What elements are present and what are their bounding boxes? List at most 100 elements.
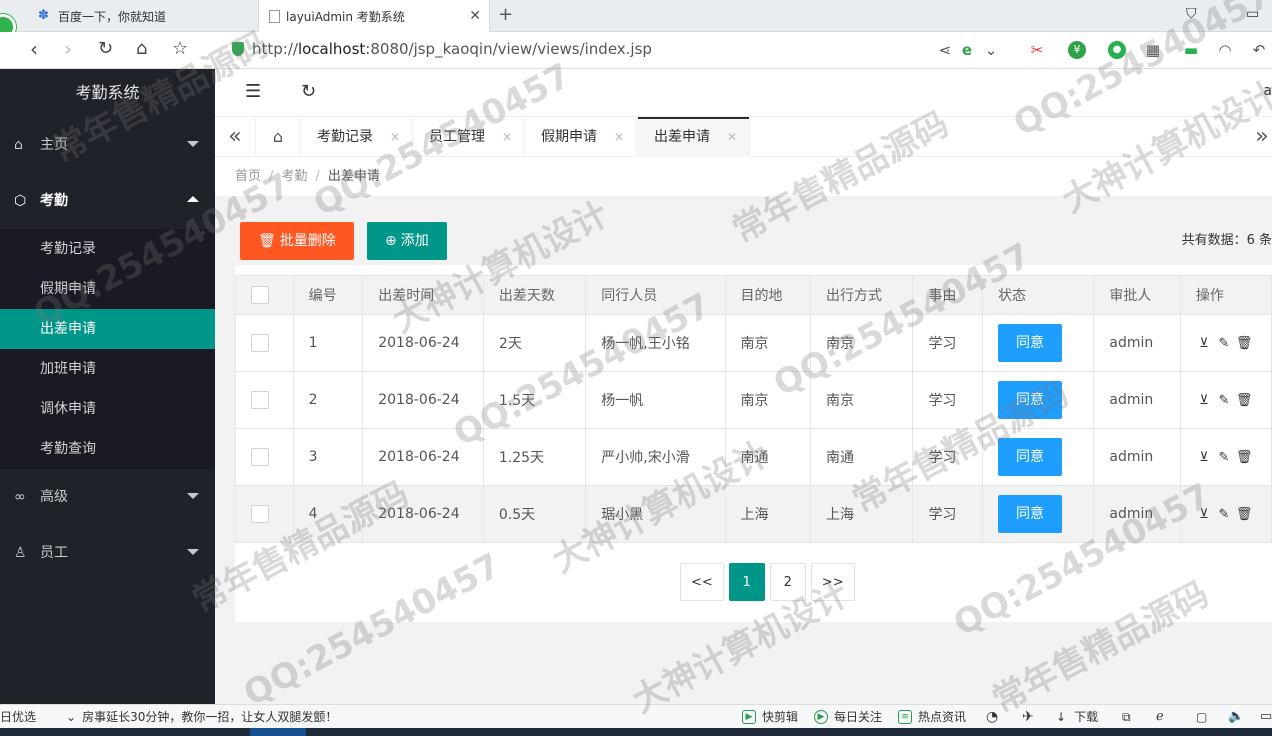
screen-icon[interactable]: ▭ [1260,705,1272,729]
tab-attendance-records[interactable]: 考勤记录 ✕ [301,117,413,157]
status-approved-button[interactable]: 同意 [998,324,1063,362]
download-icon[interactable]: ⊻ [1196,507,1212,522]
tab-business-trip[interactable]: 出差申请 ✕ [638,117,750,157]
pagination-page-1[interactable]: 1 [728,563,765,601]
headphones-icon[interactable]: ◠ [1216,41,1234,59]
ie-engine-icon[interactable]: e [958,41,976,59]
shirt-icon[interactable]: ⛉ [1186,6,1197,22]
browser-tab-title: layuiAdmin 考勤系统 [286,10,405,24]
url-field[interactable]: http://localhost:8080/jsp_kaoqin/view/vi… [232,40,652,58]
sidebar-group-attendance[interactable]: ⬡ 考勤 [0,173,215,229]
table-row: 2 2018-06-24 1.5天 杨一帆 南京 南京 学习 同意 admin … [235,371,1272,429]
sidebar-group-home[interactable]: ⌂ 主页 [0,117,215,173]
status-approved-button[interactable]: 同意 [998,381,1063,419]
pip-icon[interactable]: ⧉ [1122,705,1131,729]
add-button[interactable]: ⊕ 添加 [367,222,447,260]
tab-close-icon[interactable]: ✕ [727,117,737,157]
yen-icon[interactable]: ¥ [1068,41,1086,59]
tab-close-icon[interactable]: ✕ [614,117,624,157]
breadcrumb-section[interactable]: 考勤 [281,169,307,184]
undo-icon[interactable]: ↶ [1250,41,1268,59]
chevron-down-icon: ⌄ [66,710,77,724]
cell-destination: 南通 [724,428,812,486]
download-icon[interactable]: ⊻ [1196,393,1212,408]
edit-icon[interactable]: ✎ [1216,393,1232,408]
row-checkbox[interactable] [251,334,269,352]
minimize-icon[interactable]: ▭ [1246,6,1259,22]
header-user-cut[interactable]: a [1263,83,1272,99]
edit-icon[interactable]: ✎ [1216,507,1232,522]
refresh-icon[interactable]: ↻ [301,81,316,102]
pagination-next[interactable]: >> [810,563,855,601]
status-approved-button[interactable]: 同意 [998,495,1063,533]
battery-icon[interactable]: ▬ [1182,41,1200,59]
tab-close-icon[interactable]: ✕ [469,8,481,24]
chevron-up-icon [187,196,199,202]
statusbar-download[interactable]: ↓ 下载 [1056,705,1098,729]
download-icon[interactable]: ⊻ [1196,336,1212,351]
batch-delete-button[interactable]: 🗑 批量删除 [240,222,354,260]
statusbar-news[interactable]: ⌄ 房事延长30分钟，教你一招，让女人双腿发颤！ [66,705,337,729]
statusbar-clip[interactable]: ▶ 快剪辑 [742,705,798,729]
pagination-prev[interactable]: << [680,563,724,601]
delete-icon[interactable]: 🗑 [1236,450,1253,465]
star-icon[interactable]: ☆ [172,39,188,59]
sidebar-group-advanced[interactable]: ∞ 高级 [0,469,215,525]
select-cell [235,371,294,429]
window-icon[interactable]: ▢ [1196,705,1207,729]
download-icon[interactable]: ⊻ [1196,450,1212,465]
sidebar-item-time-off[interactable]: 调休申请 [0,389,215,429]
breadcrumb-home[interactable]: 首页 [235,169,261,184]
row-checkbox[interactable] [251,391,269,409]
sidebar-group-staff[interactable]: ♙ 员工 [0,525,215,581]
volume-icon[interactable]: 🔈 [1228,705,1244,729]
tab-close-icon[interactable]: ✕ [390,117,400,157]
share-icon[interactable]: ⋖ [936,41,954,59]
statusbar-follow[interactable]: ▶ 每日关注 [814,705,882,729]
browser-tabstrip: ✽ 百度一下，你就知道 layuiAdmin 考勤系统 ✕ + ⛉ ▭ [0,0,1272,33]
sidebar-item-overtime[interactable]: 加班申请 [0,349,215,389]
refresh-icon[interactable]: ↻ [98,39,113,59]
pagination-page-2[interactable]: 2 [769,563,806,601]
delete-icon[interactable]: 🗑 [1236,507,1253,522]
speed-icon[interactable]: ◔ [986,705,998,729]
cell-companions: 严小帅,宋小滑 [585,428,726,486]
button-label: 添加 [400,233,429,249]
chevron-down-icon[interactable]: ⌄ [982,41,1000,59]
status-approved-button[interactable]: 同意 [998,438,1063,476]
breadcrumb-separator: / [269,169,274,184]
row-checkbox[interactable] [251,448,269,466]
tab-home-icon[interactable]: ⌂ [255,117,301,157]
green-circle-icon[interactable]: ● [1108,41,1126,59]
statusbar-hot[interactable]: ≡ 热点资讯 [898,705,966,729]
browser-tab-baidu[interactable]: ✽ 百度一下，你就知道 [30,0,258,32]
edit-icon[interactable]: ✎ [1216,450,1232,465]
sidebar-item-attendance-query[interactable]: 考勤查询 [0,429,215,469]
tabs-scroll-right-icon[interactable]: » [1242,117,1272,157]
delete-icon[interactable]: 🗑 [1236,393,1253,408]
tab-staff-management[interactable]: 员工管理 ✕ [413,117,525,157]
sidebar-item-attendance-records[interactable]: 考勤记录 [0,229,215,269]
scissors-icon[interactable]: ✂ [1028,41,1046,59]
apps-grid-icon[interactable]: ▦ [1144,41,1162,59]
row-checkbox[interactable] [251,505,269,523]
page-tabs: « ⌂ 考勤记录 ✕ 员工管理 ✕ 假期申请 ✕ 出差申请 ✕ » [215,117,1272,157]
sidebar-item-business-trip[interactable]: 出差申请 [0,309,215,349]
home-icon[interactable]: ⌂ [136,39,147,59]
tabs-scroll-left-icon[interactable]: « [215,117,255,157]
cell-approver: admin [1093,428,1181,486]
browser-tab-layuiadmin[interactable]: layuiAdmin 考勤系统 ✕ [258,0,490,33]
forward-icon[interactable]: › [64,39,72,59]
tab-leave-request[interactable]: 假期申请 ✕ [525,117,637,157]
statusbar-promo[interactable]: 日优选 [0,705,36,729]
menu-toggle-icon[interactable]: ☰ [245,81,261,102]
back-icon[interactable]: ‹ [30,39,38,59]
tab-close-icon[interactable]: ✕ [502,117,512,157]
new-tab-icon[interactable]: + [498,4,513,25]
select-all-checkbox[interactable] [251,286,269,304]
edit-icon[interactable]: ✎ [1216,336,1232,351]
pin-icon[interactable]: ✈ [1022,705,1034,729]
sidebar-item-leave-request[interactable]: 假期申请 [0,269,215,309]
delete-icon[interactable]: 🗑 [1236,336,1253,351]
ie-icon[interactable]: ℯ [1156,705,1164,729]
